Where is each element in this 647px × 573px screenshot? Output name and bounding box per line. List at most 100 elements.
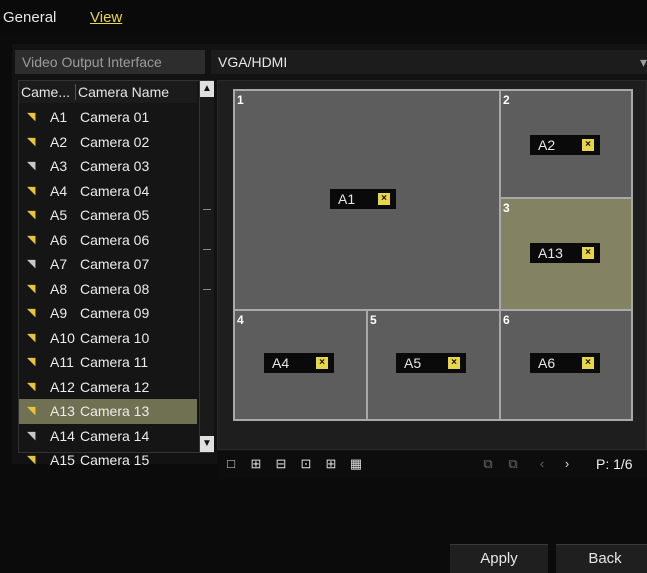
camera-row[interactable]: ◥ A2 Camera 02: [19, 130, 197, 155]
layout-cell[interactable]: 6 A6 ×: [501, 311, 631, 419]
cell-camera-tag: A13 ×: [530, 243, 600, 263]
layout-cell[interactable]: 2 A2 ×: [501, 91, 631, 197]
camera-name: Camera 03: [80, 158, 150, 174]
header-camera-name[interactable]: Camera Name: [78, 81, 169, 103]
scroll-tick: [203, 289, 211, 290]
cell-camera-label: A1: [338, 191, 356, 207]
cell-camera-tag: A6 ×: [530, 353, 600, 373]
layout-preview-grid: 1 A1 × 2 A2 × 3 A13 × 4 A4 × 5 A5 × 6 A6 ×: [233, 89, 633, 421]
layout-cell[interactable]: 1 A1 ×: [235, 91, 499, 309]
cell-number: 3: [503, 201, 510, 215]
camera-name: Camera 13: [80, 403, 150, 419]
chevron-down-icon: ▾: [639, 54, 647, 70]
camera-row[interactable]: ◥ A8 Camera 08: [19, 277, 197, 302]
camera-number: A4: [50, 182, 68, 199]
camera-icon: ◥: [27, 331, 36, 344]
camera-row[interactable]: ◥ A11 Camera 11: [19, 350, 197, 375]
layout-6-icon[interactable]: ⊟: [274, 457, 288, 471]
camera-icon: ◥: [27, 454, 36, 466]
cell-camera-tag: A2 ×: [530, 135, 600, 155]
camera-number: A11: [50, 354, 74, 370]
video-output-row: Video Output Interface VGA/HDMI ▾: [15, 50, 647, 74]
back-button[interactable]: Back: [556, 544, 647, 573]
next-icon[interactable]: ›: [560, 457, 574, 471]
camera-name: Camera 15: [80, 452, 150, 468]
camera-icon: ◥: [27, 258, 36, 270]
camera-number: A5: [50, 207, 68, 223]
camera-row[interactable]: ◥ A14 Camera 14: [19, 424, 197, 449]
scroll-up-icon[interactable]: ▲: [200, 81, 214, 97]
camera-row[interactable]: ◥ A6 Camera 06: [19, 228, 197, 253]
camera-row[interactable]: ◥ A12 Camera 12: [19, 375, 197, 400]
camera-row[interactable]: ◥ A1 Camera 01: [19, 105, 197, 130]
cell-camera-tag: A5 ×: [396, 353, 466, 373]
camera-name: Camera 10: [80, 329, 150, 346]
close-icon[interactable]: ×: [316, 357, 328, 369]
tab-general[interactable]: General: [3, 9, 56, 26]
camera-number: A12: [50, 378, 75, 395]
cell-number: 2: [503, 93, 510, 107]
camera-icon: ◥: [27, 307, 36, 319]
cell-camera-label: A2: [538, 137, 556, 153]
cell-number: 5: [370, 313, 377, 327]
camera-name: Camera 09: [80, 305, 150, 321]
camera-row[interactable]: ◥ A7 Camera 07: [19, 252, 197, 277]
camera-row[interactable]: ◥ A9 Camera 09: [19, 301, 197, 326]
header-divider: [75, 84, 76, 100]
cell-camera-label: A4: [272, 355, 290, 371]
camera-row[interactable]: ◥ A10 Camera 10: [19, 326, 197, 351]
apply-button[interactable]: Apply: [450, 544, 548, 573]
cell-camera-label: A13: [538, 245, 563, 261]
layout-4-icon[interactable]: ⊞: [249, 457, 263, 471]
header-camera-no[interactable]: Came...: [21, 81, 70, 103]
layout-1-icon[interactable]: □: [224, 457, 238, 471]
start-live-icon[interactable]: ⧉: [481, 457, 495, 471]
prev-icon[interactable]: ‹: [535, 457, 549, 471]
scroll-down-icon[interactable]: ▼: [200, 436, 214, 452]
video-output-select[interactable]: VGA/HDMI ▾: [211, 50, 647, 74]
camera-row[interactable]: ◥ A13 Camera 13: [19, 399, 197, 424]
close-icon[interactable]: ×: [448, 357, 460, 369]
camera-icon: ◥: [27, 111, 36, 123]
cell-camera-label: A5: [404, 355, 422, 371]
video-output-value: VGA/HDMI: [218, 54, 288, 70]
layout-16-icon[interactable]: ▦: [349, 457, 363, 471]
camera-number: A1: [50, 109, 68, 125]
close-icon[interactable]: ×: [582, 247, 594, 259]
tab-view[interactable]: View: [90, 9, 122, 26]
close-icon[interactable]: ×: [582, 357, 594, 369]
layout-cell[interactable]: 3 A13 ×: [501, 199, 631, 309]
layout-9-icon[interactable]: ⊞: [324, 457, 338, 471]
scroll-tick: [203, 209, 211, 210]
camera-number: A9: [50, 305, 68, 321]
camera-row[interactable]: ◥ A5 Camera 05: [19, 203, 197, 228]
close-icon[interactable]: ×: [378, 193, 390, 205]
layout-8-icon[interactable]: ⊡: [299, 457, 313, 471]
scroll-tick: [203, 249, 211, 250]
camera-number: A15: [50, 452, 75, 468]
tab-bar: General View: [0, 0, 647, 34]
list-scrollbar[interactable]: ▲ ▼: [199, 81, 214, 452]
camera-icon: ◥: [27, 429, 36, 442]
camera-name: Camera 08: [80, 280, 150, 297]
camera-row[interactable]: ◥ A4 Camera 04: [19, 179, 197, 204]
camera-row[interactable]: ◥ A15 Camera 15: [19, 448, 197, 473]
cell-number: 4: [237, 313, 244, 327]
camera-name: Camera 02: [80, 133, 150, 150]
camera-number: A3: [50, 158, 68, 174]
camera-row[interactable]: ◥ A3 Camera 03: [19, 154, 197, 179]
cell-number: 1: [237, 93, 244, 107]
camera-number: A7: [50, 256, 68, 272]
layout-cell[interactable]: 5 A5 ×: [368, 311, 499, 419]
layout-toolbar: □ ⊞ ⊟ ⊡ ⊞ ▦ ⧉ ⧉ ‹ › P: 1/6: [217, 451, 647, 479]
camera-rows: ◥ A1 Camera 01 ◥ A2 Camera 02 ◥ A3 Camera 03 ◥ A4 C…: [19, 105, 197, 473]
camera-number: A10: [50, 329, 75, 346]
close-icon[interactable]: ×: [582, 139, 594, 151]
camera-icon: ◥: [27, 380, 36, 393]
camera-number: A6: [50, 231, 68, 248]
stop-live-icon[interactable]: ⧉: [506, 457, 520, 471]
camera-list-header: Came... Camera Name: [19, 81, 197, 103]
camera-name: Camera 07: [80, 256, 150, 272]
layout-cell[interactable]: 4 A4 ×: [235, 311, 366, 419]
camera-list: Came... Camera Name ◥ A1 Camera 01 ◥ A2 Camer…: [18, 80, 214, 468]
